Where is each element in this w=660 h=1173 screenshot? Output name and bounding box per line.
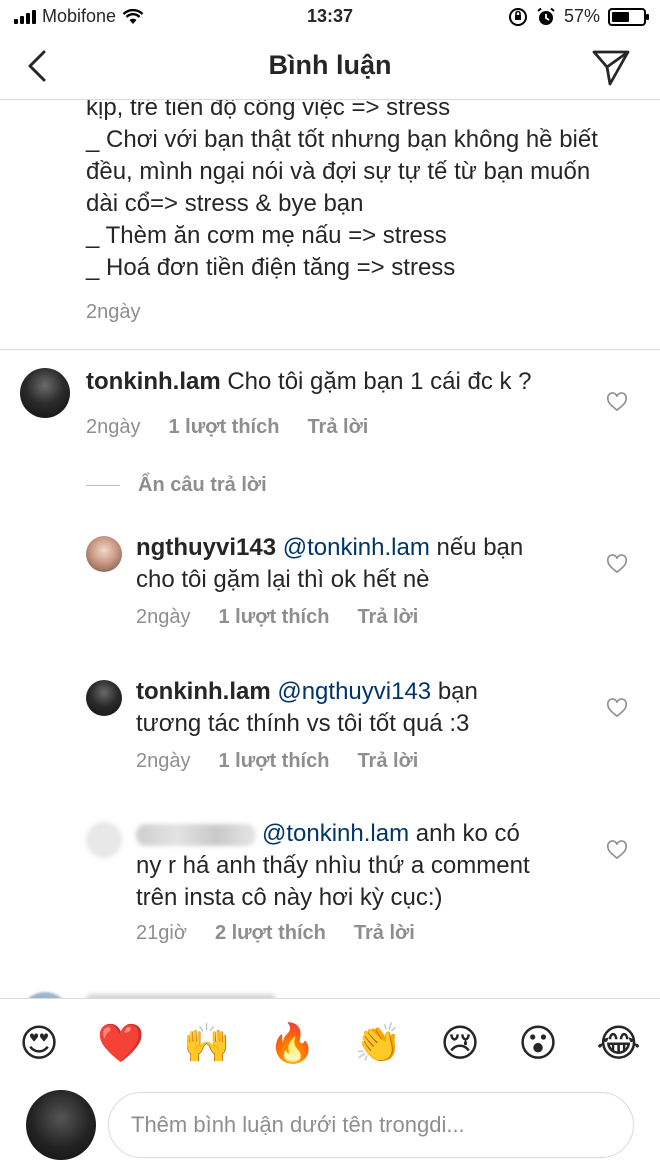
reply-button[interactable]: Trả lời bbox=[357, 750, 418, 773]
status-bar: Mobifone 13:37 57% bbox=[0, 0, 660, 34]
reply-item: @tonkinh.lam anh ko có ny r há anh thấy … bbox=[0, 818, 660, 968]
crying-emoji-button[interactable]: 😢 bbox=[440, 1024, 480, 1062]
surprised-emoji-button[interactable]: 😮 bbox=[518, 1024, 558, 1062]
battery-icon bbox=[608, 7, 649, 26]
reply-text: bạn bbox=[437, 678, 478, 705]
reply-button[interactable]: Trả lời bbox=[307, 416, 368, 439]
reply-username[interactable]: ngthuyvi143 bbox=[136, 534, 276, 561]
red-heart-emoji-button[interactable]: ❤️ bbox=[97, 1024, 144, 1062]
comments-list[interactable]: kịp, trễ tiến độ công việc => stress _ C… bbox=[0, 100, 660, 998]
likes-count-link[interactable]: 2 lượt thích bbox=[215, 922, 326, 945]
blurred-username bbox=[136, 823, 256, 846]
heart-icon[interactable] bbox=[606, 392, 628, 412]
mention-link[interactable]: @tonkinh.lam bbox=[262, 820, 409, 847]
caption-timestamp: 2ngày bbox=[86, 301, 141, 323]
laughing-emoji-button[interactable]: 😂 bbox=[596, 1024, 640, 1062]
nav-bar: Bình luận bbox=[0, 34, 660, 100]
comment-username[interactable]: tonkinh.lam bbox=[86, 368, 221, 395]
reply-timestamp: 2ngày bbox=[136, 750, 191, 772]
likes-count-link[interactable]: 1 lượt thích bbox=[219, 750, 330, 773]
reply-meta: 21giờ 2 lượt thích Trả lời bbox=[136, 922, 415, 945]
comment-timestamp: 2ngày bbox=[86, 416, 141, 438]
comment-meta: 2ngày 1 lượt thích Trả lời bbox=[86, 416, 368, 439]
post-caption: kịp, trễ tiến độ công việc => stress _ C… bbox=[86, 100, 646, 328]
reply-meta: 2ngày 1 lượt thích Trả lời bbox=[136, 750, 418, 773]
mention-link[interactable]: @tonkinh.lam bbox=[283, 534, 430, 561]
clapping-emoji-button[interactable]: 👏 bbox=[355, 1024, 402, 1062]
avatar bbox=[26, 1090, 96, 1160]
reply-meta: 2ngày 1 lượt thích Trả lời bbox=[136, 606, 418, 629]
reply-username[interactable]: tonkinh.lam bbox=[136, 678, 271, 705]
avatar[interactable] bbox=[86, 680, 122, 716]
reply-text: trên insta cô này hơi kỳ cục:) bbox=[136, 884, 443, 911]
reply-text: nếu bạn bbox=[436, 534, 524, 561]
page-title: Bình luận bbox=[268, 50, 392, 80]
rotation-lock-icon bbox=[508, 7, 527, 26]
divider bbox=[86, 485, 120, 486]
caption-line: _ Thèm ăn cơm mẹ nấu => stress bbox=[86, 222, 447, 249]
hide-replies-label: Ẩn câu trả lời bbox=[138, 474, 267, 496]
avatar[interactable] bbox=[20, 368, 70, 418]
caption-line: kịp, trễ tiến độ công việc => stress bbox=[86, 100, 451, 121]
comment-input[interactable]: Thêm bình luận dưới tên trongdi... bbox=[108, 1092, 634, 1158]
heart-icon[interactable] bbox=[606, 840, 628, 860]
heart-icon[interactable] bbox=[606, 698, 628, 718]
likes-count-link[interactable]: 1 lượt thích bbox=[169, 416, 280, 439]
raised-hands-emoji-button[interactable]: 🙌 bbox=[183, 1024, 230, 1062]
reply-button[interactable]: Trả lời bbox=[354, 922, 415, 945]
caption-line: dài cổ=> stress & bye bạn bbox=[86, 190, 364, 217]
send-paper-plane-icon[interactable] bbox=[590, 46, 632, 88]
heart-eyes-emoji-button[interactable]: 😍 bbox=[19, 1024, 59, 1062]
reply-timestamp: 21giờ bbox=[136, 922, 187, 944]
heart-icon[interactable] bbox=[606, 554, 628, 574]
hide-replies-button[interactable]: Ẩn câu trả lời bbox=[86, 474, 267, 497]
reply-button[interactable]: Trả lời bbox=[357, 606, 418, 629]
divider bbox=[0, 349, 660, 350]
reply-text: tương tác thính vs tôi tốt quá :3 bbox=[136, 710, 470, 737]
reply-item: ngthuyvi143 @tonkinh.lam nếu bạn cho tôi… bbox=[0, 532, 660, 642]
caption-line: _ Hoá đơn tiền điện tăng => stress bbox=[86, 254, 456, 281]
emoji-reaction-bar: 😍 ❤️ 🙌 🔥 👏 😢 😮 😂 bbox=[0, 998, 660, 1086]
comment-composer: Thêm bình luận dưới tên trongdi... bbox=[0, 1086, 660, 1173]
reply-timestamp: 2ngày bbox=[136, 606, 191, 628]
fire-emoji-button[interactable]: 🔥 bbox=[269, 1024, 316, 1062]
caption-meta: 2ngày bbox=[86, 296, 646, 328]
caption-line: _ Chơi với bạn thật tốt nhưng bạn không … bbox=[86, 126, 598, 153]
caption-line: đều, mình ngại nói và đợi sự tự tế từ bạ… bbox=[86, 158, 591, 185]
battery-percent: 57% bbox=[563, 6, 600, 26]
reply-text: ny r há anh thấy nhìu thứ a comment bbox=[136, 852, 530, 879]
reply-text: cho tôi gặm lại thì ok hết nè bbox=[136, 566, 430, 593]
alarm-icon bbox=[537, 7, 555, 25]
likes-count-link[interactable]: 1 lượt thích bbox=[219, 606, 330, 629]
comment-text: Cho tôi gặm bạn 1 cái đc k ? bbox=[227, 368, 532, 395]
comment-item: tonkinh.lam Cho tôi gặm bạn 1 cái đc k ?… bbox=[0, 362, 660, 452]
avatar[interactable] bbox=[86, 536, 122, 572]
reply-text: anh ko có bbox=[415, 820, 520, 847]
reply-item: tonkinh.lam @ngthuyvi143 bạn tương tác t… bbox=[0, 676, 660, 786]
mention-link[interactable]: @ngthuyvi143 bbox=[277, 678, 431, 705]
avatar[interactable] bbox=[86, 822, 122, 858]
